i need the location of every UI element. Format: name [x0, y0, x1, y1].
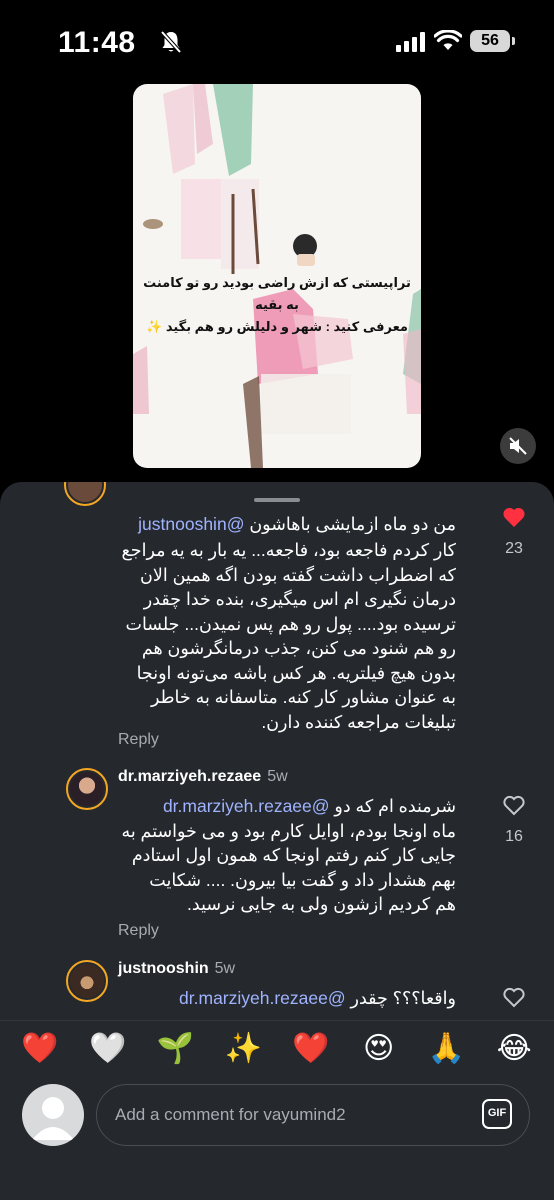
like-count: 16: [505, 828, 523, 845]
mention-link[interactable]: @justnooshin: [138, 514, 244, 534]
comment-text-start: شرمنده ام که دو: [334, 796, 456, 816]
username-link[interactable]: dr.marziyeh.rezaee: [118, 768, 261, 785]
comment-text: من دو ماه ازمایشی باهاشون: [249, 514, 456, 534]
heart-outline-icon[interactable]: [502, 794, 526, 816]
comment-text: شرمنده ام که دو @dr.marziyeh.rezaee ماه …: [56, 794, 456, 917]
comment-line: کار کردم فاجعه بود، فاجعه... یه بار به ی…: [121, 540, 456, 560]
comment-time: 5w: [267, 768, 288, 785]
emoji-sparkles-button[interactable]: ✨: [221, 1031, 265, 1066]
silent-bell-icon: [160, 30, 182, 54]
emoji-red-heart-button[interactable]: ❤️: [18, 1031, 62, 1066]
avatar[interactable]: [64, 482, 106, 506]
emoji-joy-button[interactable]: 😂: [492, 1031, 536, 1066]
heart-outline-icon[interactable]: [502, 986, 526, 1008]
story-card[interactable]: تراپیستی که ازش راضی بودید رو تو کامنت ب…: [133, 84, 421, 468]
comment-line: تبلیغات مراجعه کننده دارن.: [261, 711, 456, 732]
status-bar: 11:48 56: [0, 0, 554, 80]
reply-button[interactable]: Reply: [118, 922, 159, 940]
like-count: 23: [505, 540, 523, 557]
clock: 11:48: [58, 26, 136, 59]
emoji-seedling-button[interactable]: 🌱: [153, 1031, 197, 1066]
comment-line: هم کردیم ازشون ولی به جایی نرسید.: [187, 894, 456, 914]
comment-text: کار کردم فاجعه بود، فاجعه... یه بار به ی…: [56, 538, 456, 734]
heart-filled-icon[interactable]: [502, 506, 526, 528]
comment-text: واقعا؟؟؟ چقدر @dr.marziyeh.rezaee: [56, 986, 456, 1011]
comment-line: که اضطراب داشت گفته بودن اگه همین الان: [140, 564, 456, 585]
wifi-icon: [434, 30, 462, 50]
reply-button[interactable]: Reply: [118, 731, 159, 749]
comment-line: جایی کار کنم رفتم اونجا که همون اول استا…: [131, 845, 456, 865]
default-avatar-icon: [32, 1097, 74, 1140]
mute-button[interactable]: [500, 428, 536, 464]
emoji-heart-eyes-button[interactable]: 😍: [357, 1031, 401, 1066]
cellular-signal-icon: [396, 32, 425, 52]
story-caption: تراپیستی که ازش راضی بودید رو تو کامنت ب…: [143, 272, 411, 338]
speaker-muted-icon: [509, 437, 527, 455]
emoji-white-heart-button[interactable]: 🤍: [86, 1031, 130, 1066]
comment-line: ماه اونجا بودم، اوایل کارم بود و می خواس…: [121, 820, 456, 841]
gif-button[interactable]: GIF: [482, 1099, 512, 1129]
battery-nub: [512, 37, 515, 45]
mention-link[interactable]: @dr.marziyeh.rezaee: [163, 796, 330, 816]
story-caption-line-2: معرفی کنید : شهر و دلیلش رو هم بگید ✨: [146, 319, 408, 334]
comment-line: واقعا؟؟؟ چقدر @dr.marziyeh.rezaee: [56, 986, 456, 1011]
comment-text-partial: من دو ماه ازمایشی باهاشون @justnooshin: [56, 512, 456, 534]
comment-line: بهم هشدار داد و گفت بیا بیرون. .... شکای…: [149, 869, 456, 890]
emoji-reaction-bar: ❤️ 🤍 🌱 ✨ ❤️ 😍 🙏 😂: [0, 1020, 554, 1076]
sheet-grabber[interactable]: [254, 498, 300, 502]
comment-line: به عنوان مشاور کار کنه. متاسفانه به خاطر: [150, 687, 456, 707]
comment-composer: GIF: [0, 1076, 554, 1200]
comment-username[interactable]: dr.marziyeh.rezaee 5w: [118, 768, 288, 786]
comment-username[interactable]: justnooshin 5w: [118, 960, 235, 978]
comment-line: ترسیده بود.... پول رو هم پس نمیدن... جلس…: [125, 613, 456, 634]
comment-line: شرمنده ام که دو @dr.marziyeh.rezaee: [56, 794, 456, 819]
username-link[interactable]: justnooshin: [118, 960, 209, 977]
emoji-red-heart-2-button[interactable]: ❤️: [289, 1031, 333, 1066]
comment-text-start: واقعا؟؟؟ چقدر: [350, 988, 457, 1008]
comment-line: رو هم شنود می کنن، جذب درمانگرشون هم: [141, 638, 456, 658]
emoji-folded-hands-button[interactable]: 🙏: [424, 1031, 468, 1066]
story-caption-line-1: تراپیستی که ازش راضی بودید رو تو کامنت ب…: [143, 275, 411, 312]
comment-line: درمان نگیری ام اس میگیری، بنده خدا چقدر: [143, 589, 456, 609]
comment-line: بدون هیچ فیلتریه. هر کس باشه می‌تونه اون…: [136, 662, 456, 683]
my-avatar[interactable]: [22, 1084, 84, 1146]
battery-level: 56: [470, 30, 510, 52]
mention-link[interactable]: @dr.marziyeh.rezaee: [179, 988, 346, 1008]
comment-input[interactable]: [96, 1084, 530, 1146]
comment-time: 5w: [214, 960, 236, 977]
